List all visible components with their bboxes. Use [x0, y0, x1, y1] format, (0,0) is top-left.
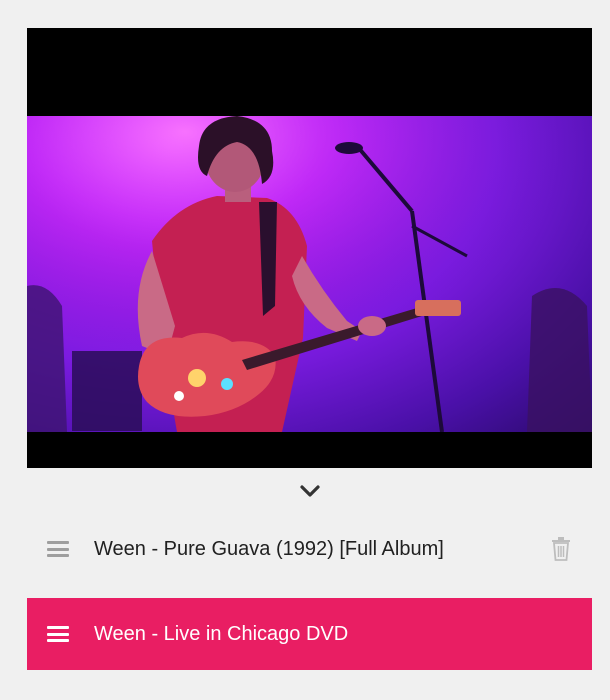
concert-scene-image	[27, 116, 592, 432]
queue-item-title: Ween - Pure Guava (1992) [Full Album]	[94, 537, 444, 560]
video-player[interactable]	[27, 28, 592, 468]
collapse-player-button[interactable]	[295, 479, 325, 503]
trash-icon[interactable]	[550, 537, 572, 561]
drag-handle-icon[interactable]	[47, 624, 71, 644]
video-frame[interactable]	[27, 116, 592, 432]
chevron-down-icon	[300, 485, 320, 497]
drag-handle-icon[interactable]	[47, 539, 71, 559]
queue-item[interactable]: Ween - Pure Guava (1992) [Full Album]	[27, 518, 592, 580]
queue-item-title: Ween - Live in Chicago DVD	[94, 622, 349, 645]
queue-item-active[interactable]: Ween - Live in Chicago DVD	[27, 598, 592, 670]
